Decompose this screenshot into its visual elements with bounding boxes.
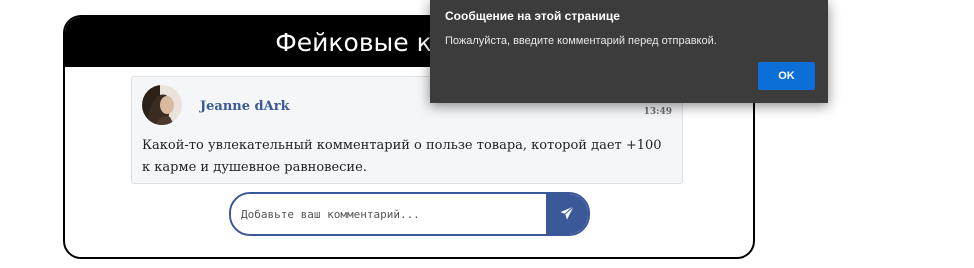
send-button[interactable] <box>546 194 588 234</box>
comment-text: Какой-то увлекательный комментарий о пол… <box>142 138 662 175</box>
ok-button[interactable]: OK <box>758 62 815 90</box>
comment-input[interactable] <box>231 194 546 234</box>
comment-author[interactable]: Jeanne dArk <box>200 99 290 114</box>
avatar <box>142 85 182 125</box>
alert-dialog: Сообщение на этой странице Пожалуйста, в… <box>430 0 828 103</box>
alert-message: Пожалуйста, введите комментарий перед от… <box>445 35 717 47</box>
comment-composer <box>229 192 590 236</box>
alert-title: Сообщение на этой странице <box>445 9 620 23</box>
paper-plane-icon <box>560 205 574 224</box>
comment-time: 13:49 <box>643 107 672 117</box>
